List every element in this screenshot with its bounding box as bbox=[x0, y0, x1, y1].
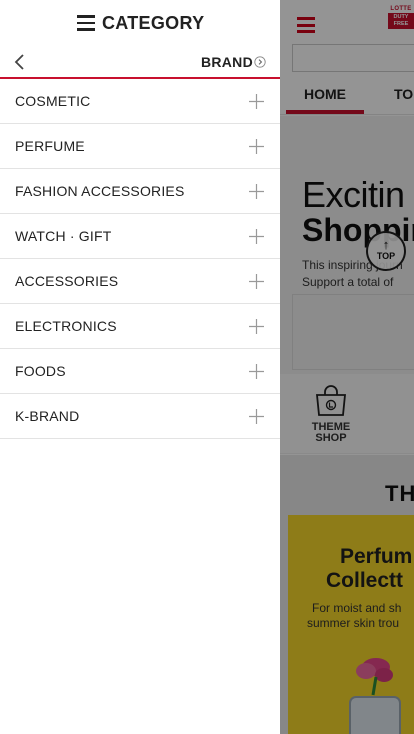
category-label: ELECTRONICS bbox=[15, 318, 117, 334]
theme-shop-label[interactable]: THEME SHOP bbox=[300, 422, 362, 444]
bg-search-input[interactable] bbox=[292, 44, 414, 72]
theme-section-title: TH bbox=[385, 481, 414, 506]
menu-icon bbox=[77, 15, 95, 31]
plus-icon[interactable] bbox=[249, 319, 264, 334]
perfume-card[interactable]: Perfum Collectt For moist and sh summer … bbox=[288, 515, 414, 734]
scroll-top-label: TOP bbox=[376, 251, 396, 261]
theme-shop-line2: SHOP bbox=[315, 432, 347, 444]
logo-box-line2: FREE bbox=[393, 21, 409, 27]
drawer-subbar: BRAND bbox=[0, 46, 280, 79]
quick-menu: THEME SHOP bbox=[280, 374, 414, 454]
category-label: PERFUME bbox=[15, 138, 85, 154]
category-item-k-brand[interactable]: K-BRAND bbox=[0, 394, 280, 439]
category-item-perfume[interactable]: PERFUME bbox=[0, 124, 280, 169]
plus-icon[interactable] bbox=[249, 229, 264, 244]
plus-icon[interactable] bbox=[249, 139, 264, 154]
brand-logo[interactable]: LOTTE DUTY FREE bbox=[388, 6, 414, 34]
arrow-up-icon: ↑ bbox=[382, 237, 390, 252]
drawer-header: CATEGORY bbox=[0, 0, 280, 46]
logo-text-top: LOTTE bbox=[390, 6, 412, 12]
hero-text-2: Support a total of bbox=[302, 275, 394, 289]
brand-link-label: BRAND bbox=[200, 54, 253, 70]
bg-header: LOTTE DUTY FREE bbox=[280, 0, 414, 44]
category-item-cosmetic[interactable]: COSMETIC bbox=[0, 79, 280, 124]
category-item-fashion-accessories[interactable]: FASHION ACCESSORIES bbox=[0, 169, 280, 214]
logo-box-line1: DUTY bbox=[393, 14, 409, 20]
drawer-title-group: CATEGORY bbox=[77, 12, 204, 34]
category-item-accessories[interactable]: ACCESSORIES bbox=[0, 259, 280, 304]
card-text-1: For moist and sh bbox=[312, 601, 402, 615]
category-drawer: CATEGORY BRAND COSMETIC PERFUME FASHION … bbox=[0, 0, 280, 734]
theme-section: TH Perfum Collectt For moist and sh summ… bbox=[280, 455, 414, 734]
background-page: LOTTE DUTY FREE HOME TO Excitin Shoppir … bbox=[280, 0, 414, 734]
plus-icon[interactable] bbox=[249, 94, 264, 109]
category-item-electronics[interactable]: ELECTRONICS bbox=[0, 304, 280, 349]
shopping-bag-icon[interactable] bbox=[314, 385, 348, 417]
bg-tab-bar: HOME TO bbox=[280, 78, 414, 115]
brand-link[interactable]: BRAND bbox=[201, 54, 266, 70]
category-label: K-BRAND bbox=[15, 408, 80, 424]
category-list: COSMETIC PERFUME FASHION ACCESSORIES WAT… bbox=[0, 79, 280, 439]
tab-active-indicator bbox=[286, 110, 364, 114]
category-item-watch-gift[interactable]: WATCH · GIFT bbox=[0, 214, 280, 259]
card-text-2: summer skin trou bbox=[307, 616, 400, 630]
category-label: ACCESSORIES bbox=[15, 273, 119, 289]
category-item-foods[interactable]: FOODS bbox=[0, 349, 280, 394]
hero-headline-1: Excitin bbox=[302, 174, 405, 215]
plus-icon[interactable] bbox=[249, 364, 264, 379]
back-icon[interactable] bbox=[12, 53, 28, 71]
category-label: COSMETIC bbox=[15, 93, 91, 109]
card-headline-1: Perfum bbox=[340, 545, 413, 568]
hero-box bbox=[292, 294, 414, 370]
perfume-bottle-image bbox=[349, 658, 401, 734]
tab-second[interactable]: TO bbox=[394, 86, 413, 102]
category-label: WATCH · GIFT bbox=[15, 228, 112, 244]
scroll-top-button[interactable]: ↑ TOP bbox=[366, 231, 406, 271]
tab-home[interactable]: HOME bbox=[304, 86, 346, 102]
category-label: FOODS bbox=[15, 363, 66, 379]
drawer-title: CATEGORY bbox=[102, 12, 205, 33]
category-label: FASHION ACCESSORIES bbox=[15, 183, 185, 199]
plus-icon[interactable] bbox=[249, 184, 264, 199]
plus-icon[interactable] bbox=[249, 274, 264, 289]
chevron-right-circle-icon bbox=[254, 56, 266, 68]
bg-menu-icon[interactable] bbox=[297, 17, 315, 33]
logo-box: DUTY FREE bbox=[388, 13, 414, 29]
plus-icon[interactable] bbox=[249, 409, 264, 424]
card-headline-2: Collectt bbox=[326, 569, 404, 592]
